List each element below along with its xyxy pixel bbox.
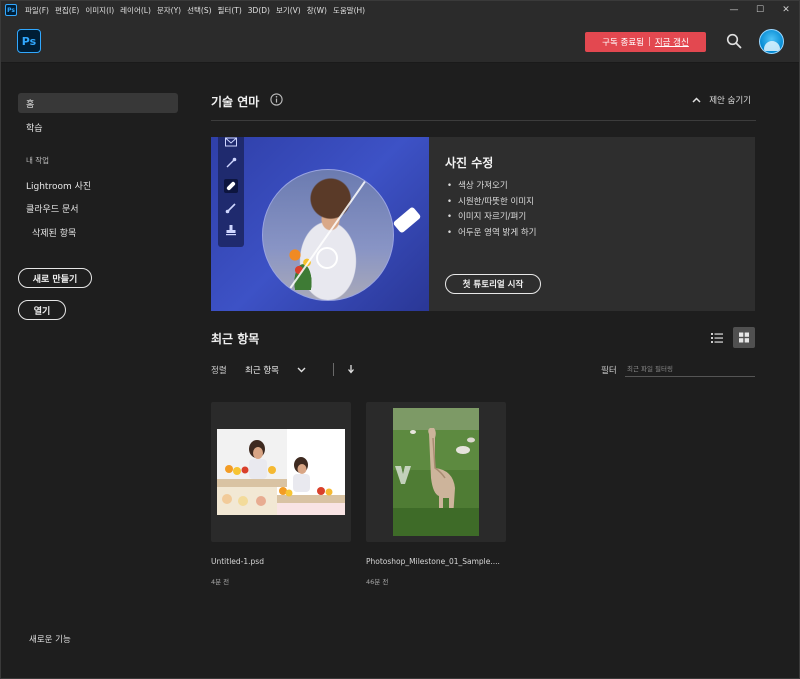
stamp-icon <box>226 225 236 236</box>
menu-view[interactable]: 보기(V) <box>273 5 304 16</box>
tutorial-photo <box>262 169 394 301</box>
list-item: 색상 가져오기 <box>447 179 537 195</box>
sort-divider <box>333 363 334 376</box>
open-file-button[interactable]: 열기 <box>18 300 66 320</box>
new-file-button[interactable]: 새로 만들기 <box>18 268 92 288</box>
sort-label: 정렬 <box>211 366 227 376</box>
sidebar-section-my-work: 내 작업 <box>26 156 50 165</box>
window-controls: — ☐ ✕ <box>721 1 799 19</box>
menu-window[interactable]: 창(W) <box>304 5 330 16</box>
banner-text: 구독 종료됨 <box>602 38 644 48</box>
menu-3d[interactable]: 3D(D) <box>245 6 273 15</box>
remote-illustration <box>392 206 422 234</box>
file-thumbnail <box>393 408 479 536</box>
chevron-up-icon <box>692 97 701 103</box>
menu-type[interactable]: 문자(Y) <box>154 5 184 16</box>
file-name: Photoshop_Milestone_01_Sample.... <box>366 557 500 566</box>
sidebar-item-home[interactable]: 홈 <box>18 93 178 113</box>
menu-bar: Ps 파일(F) 편집(E) 이미지(I) 레이어(L) 문자(Y) 선택(S)… <box>1 1 799 19</box>
search-icon[interactable] <box>726 33 742 49</box>
file-thumbnail-frame[interactable] <box>366 402 506 542</box>
menu-layer[interactable]: 레이어(L) <box>117 5 154 16</box>
photoshop-window: Ps 파일(F) 편집(E) 이미지(I) 레이어(L) 문자(Y) 선택(S)… <box>0 0 800 679</box>
menu-select[interactable]: 선택(S) <box>184 5 214 16</box>
menu-filter[interactable]: 필터(T) <box>215 5 245 16</box>
maximize-button[interactable]: ☐ <box>747 1 773 19</box>
renew-link[interactable]: 지금 갱신 <box>655 36 689 48</box>
grid-view-icon[interactable] <box>733 327 755 348</box>
sort-direction-icon[interactable] <box>346 364 356 374</box>
section-divider <box>211 120 756 121</box>
file-time: 46분 전 <box>366 578 389 586</box>
hide-suggestions-label: 제안 숨기기 <box>709 96 751 106</box>
tutorial-card-title: 사진 수정 <box>445 156 494 170</box>
menu-file[interactable]: 파일(F) <box>22 5 52 16</box>
app-header: Ps 구독 종료됨 | 지금 갱신 <box>1 19 799 63</box>
list-view-icon[interactable] <box>709 330 725 346</box>
tutorial-card: 사진 수정 색상 가져오기 시원한/따뜻한 이미지 이미지 자르기/펴기 어두운… <box>211 137 755 311</box>
list-item: 이미지 자르기/펴기 <box>447 210 537 226</box>
eyedropper-icon <box>226 157 237 168</box>
subscription-banner[interactable]: 구독 종료됨 | 지금 갱신 <box>585 32 706 52</box>
list-item: 시원한/따뜻한 이미지 <box>447 195 537 211</box>
start-tutorial-button[interactable]: 첫 튜토리얼 시작 <box>445 274 541 294</box>
tutorial-topic-list: 색상 가져오기 시원한/따뜻한 이미지 이미지 자르기/펴기 어두운 영역 밝게… <box>447 179 537 241</box>
chevron-down-icon <box>297 367 306 373</box>
sidebar-item-cloud-docs[interactable]: 클라우드 문서 <box>18 198 178 218</box>
menu-help[interactable]: 도움말(H) <box>330 5 368 16</box>
recent-section-title: 최근 항목 <box>211 332 260 346</box>
healing-brush-icon <box>224 179 238 193</box>
sort-value: 최근 항목 <box>245 366 279 376</box>
envelope-icon <box>225 137 237 147</box>
close-button[interactable]: ✕ <box>773 1 799 19</box>
brush-icon <box>225 203 236 214</box>
menu-image[interactable]: 이미지(I) <box>82 5 117 16</box>
info-icon[interactable] <box>270 93 283 106</box>
file-name: Untitled-1.psd <box>211 557 264 566</box>
main-content: 기술 연마 제안 숨기기 사진 수정 • 색상 가져오기 • 시원한/따뜻한 이… <box>211 64 756 678</box>
tool-strip-illustration <box>218 137 244 247</box>
filter-label: 필터 <box>601 366 617 376</box>
file-thumbnail <box>217 429 345 515</box>
target-ring <box>316 247 338 269</box>
file-thumbnail-frame[interactable] <box>211 402 351 542</box>
sidebar-item-deleted[interactable]: 삭제된 항목 <box>18 222 178 242</box>
hide-suggestions-button[interactable]: 제안 숨기기 <box>692 94 751 106</box>
file-time: 4분 전 <box>211 578 230 586</box>
menu-edit[interactable]: 편집(E) <box>52 5 82 16</box>
ps-app-icon: Ps <box>5 4 17 16</box>
recent-file-card[interactable]: Untitled-1.psd 4분 전 <box>211 402 351 586</box>
recent-file-card[interactable]: Photoshop_Milestone_01_Sample.... 46분 전 <box>366 402 506 586</box>
minimize-button[interactable]: — <box>721 1 747 19</box>
whats-new-link[interactable]: 새로운 기능 <box>29 633 71 645</box>
sort-dropdown[interactable]: 최근 항목 <box>245 364 306 376</box>
banner-separator: | <box>647 37 651 47</box>
list-item: 어두운 영역 밝게 하기 <box>447 226 537 242</box>
tutorial-thumbnail[interactable] <box>211 137 429 311</box>
avatar[interactable] <box>759 29 784 54</box>
sidebar-item-learn[interactable]: 학습 <box>18 117 178 137</box>
filter-input[interactable] <box>625 361 755 377</box>
tutorial-section-title: 기술 연마 <box>211 95 260 109</box>
ps-logo[interactable]: Ps <box>17 29 41 53</box>
sidebar-item-lightroom[interactable]: Lightroom 사진 <box>18 175 178 195</box>
sidebar: 홈 학습 내 작업 Lightroom 사진 클라우드 문서 삭제된 항목 새로… <box>1 64 191 678</box>
